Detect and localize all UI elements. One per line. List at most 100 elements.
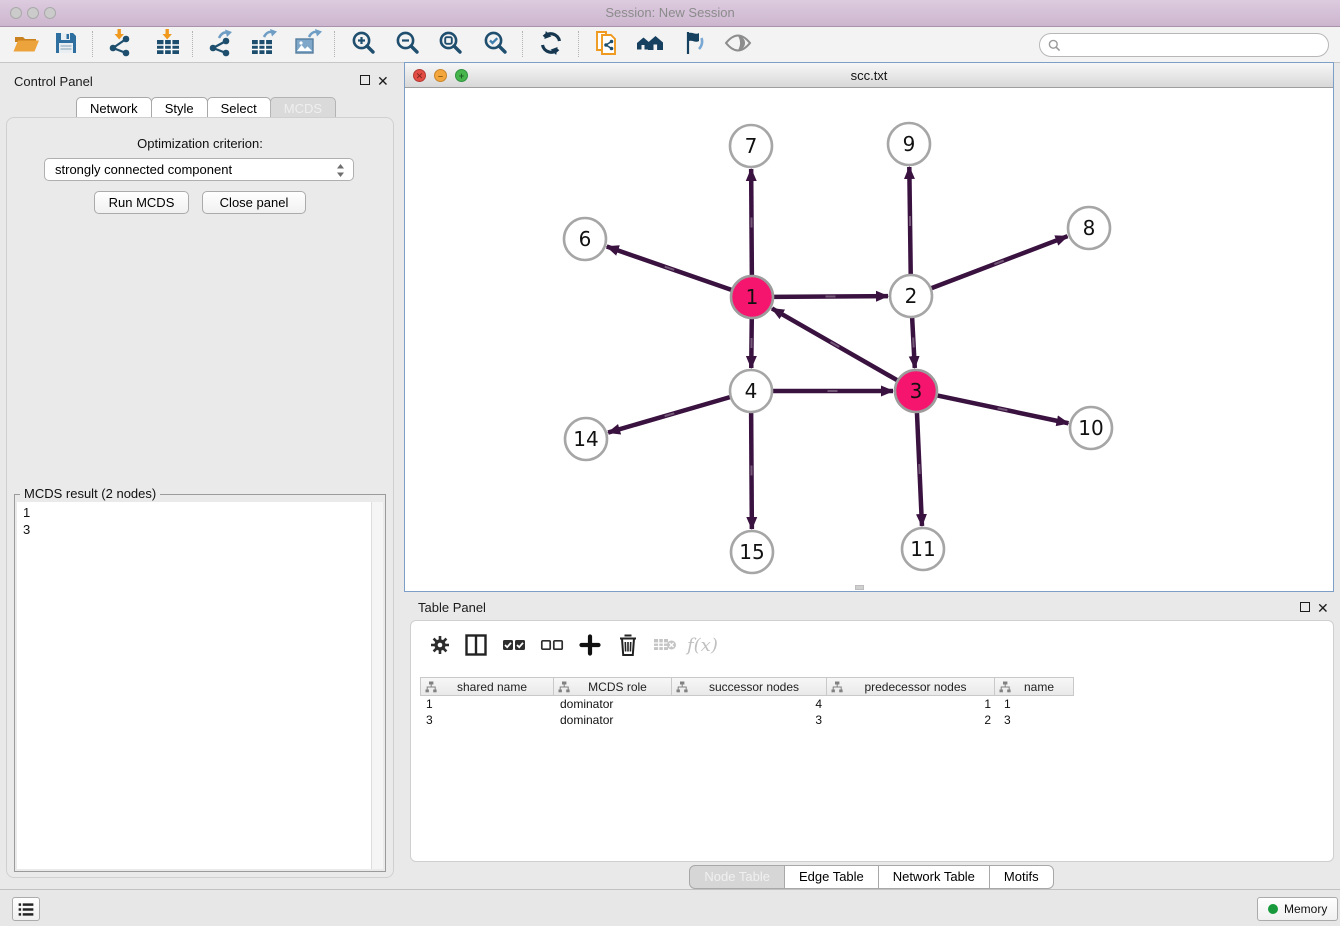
list-icon [17,902,35,917]
cell[interactable]: 3 [421,712,555,728]
run-mcds-button[interactable]: Run MCDS [94,191,189,214]
table-panel-close-icon[interactable]: ✕ [1317,602,1329,614]
memory-button-label: Memory [1284,902,1327,916]
cell[interactable]: 1 [830,696,999,712]
save-session-icon[interactable] [52,29,80,57]
column-header-predecessor-nodes[interactable]: predecessor nodes [826,677,995,696]
column-type-icon [558,681,570,693]
column-header-successor-nodes[interactable]: successor nodes [671,677,827,696]
network-graph[interactable]: 7968124314101511 [405,88,1333,591]
control-panel-float-button[interactable] [360,75,370,85]
cell[interactable]: 4 [674,696,830,712]
node-label-6: 6 [579,227,592,251]
zoom-out-icon[interactable] [394,29,422,57]
cell[interactable]: 3 [674,712,830,728]
criterion-select-value: strongly connected component [55,162,232,177]
network-minimize-button[interactable]: – [434,69,447,82]
select-stepper-icon [336,163,345,181]
table-tabs: Node TableEdge TableNetwork TableMotifs [404,865,1340,889]
search-field[interactable] [1039,33,1329,57]
tab-network-table[interactable]: Network Table [878,865,990,889]
criterion-select[interactable]: strongly connected component [44,158,354,181]
status-bar: Memory [0,889,1340,926]
control-panel-title: Control Panel [14,74,93,89]
cell[interactable]: 3 [999,712,1079,728]
column-header-shared-name[interactable]: shared name [420,677,554,696]
refresh-icon[interactable] [537,29,565,57]
delete-table-icon[interactable] [653,633,677,657]
network-zoom-button[interactable]: + [455,69,468,82]
cell[interactable]: dominator [555,712,674,728]
new-network-icon[interactable] [593,29,621,57]
table-row[interactable]: 3dominator323 [421,712,1079,728]
memory-button[interactable]: Memory [1257,897,1338,921]
toolbar-separator [92,31,93,57]
main-toolbar [0,27,1340,63]
app-title: Session: New Session [0,0,1340,26]
export-table-icon[interactable] [250,29,278,57]
network-window-title: scc.txt [405,63,1333,88]
export-network-icon[interactable] [206,29,234,57]
hide-graphics-icon[interactable] [680,29,708,57]
network-view-window: scc.txt ✕ – + 7968124314101511 [404,62,1334,592]
toolbar-separator [522,31,523,57]
tab-network[interactable]: Network [76,97,152,119]
toolbar-separator [578,31,579,57]
optimization-criterion-label: Optimization criterion: [0,136,400,151]
column-type-icon [831,681,843,693]
task-history-button[interactable] [12,897,40,921]
zoom-in-icon[interactable] [350,29,378,57]
delete-row-trash-icon[interactable] [617,633,639,657]
network-window-titlebar[interactable]: scc.txt ✕ – + [405,63,1333,88]
node-label-9: 9 [903,132,916,156]
network-close-button[interactable]: ✕ [413,69,426,82]
table-panel-title: Table Panel [418,600,486,615]
mcds-result-scrollbar[interactable] [371,502,383,869]
function-builder-icon[interactable]: f(x) [687,633,718,657]
node-table-container: f(x) shared nameMCDS rolesuccessor nodes… [410,620,1334,862]
cell[interactable]: dominator [555,696,674,712]
node-label-10: 10 [1078,416,1103,440]
export-image-icon[interactable] [294,29,322,57]
column-type-icon [999,681,1011,693]
table-row[interactable]: 1dominator411 [421,696,1079,712]
tab-edge-table[interactable]: Edge Table [784,865,879,889]
tab-style[interactable]: Style [151,97,208,119]
home-layout-icon[interactable] [636,29,664,57]
show-graphics-eye-icon[interactable] [724,29,752,57]
app-titlebar: Session: New Session [0,0,1340,27]
search-input[interactable] [1061,36,1328,54]
zoom-selected-icon[interactable] [482,29,510,57]
column-type-icon [425,681,437,693]
column-type-icon [676,681,688,693]
control-panel: Control Panel ✕ NetworkStyleSelectMCDS O… [0,66,400,884]
zoom-fit-icon[interactable] [437,29,465,57]
open-file-icon[interactable] [12,29,40,57]
node-label-4: 4 [745,379,758,403]
column-settings-gear-icon[interactable] [429,633,451,657]
close-panel-button[interactable]: Close panel [202,191,306,214]
import-table-icon[interactable] [154,29,182,57]
network-scroll-handle[interactable] [855,585,864,590]
node-label-8: 8 [1083,216,1096,240]
cell[interactable]: 1 [999,696,1079,712]
add-row-plus-icon[interactable] [579,633,601,657]
edge-label-mark [913,338,914,348]
table-header-row: shared nameMCDS rolesuccessor nodesprede… [421,677,1074,696]
table-panel-float-button[interactable] [1300,602,1310,612]
toolbar-separator [334,31,335,57]
column-header-MCDS-role[interactable]: MCDS role [553,677,672,696]
cell[interactable]: 1 [421,696,555,712]
import-network-icon[interactable] [106,29,134,57]
control-panel-close-icon[interactable]: ✕ [377,75,389,87]
tab-select[interactable]: Select [207,97,271,119]
cell[interactable]: 2 [830,712,999,728]
tab-motifs[interactable]: Motifs [989,865,1054,889]
column-header-name[interactable]: name [994,677,1074,696]
unselect-all-columns-icon[interactable] [539,633,565,657]
show-columns-icon[interactable] [465,633,487,657]
mcds-result-text[interactable]: 1 3 [17,502,373,869]
tab-mcds[interactable]: MCDS [270,97,336,119]
tab-node-table[interactable]: Node Table [689,865,785,889]
select-all-columns-icon[interactable] [501,633,527,657]
